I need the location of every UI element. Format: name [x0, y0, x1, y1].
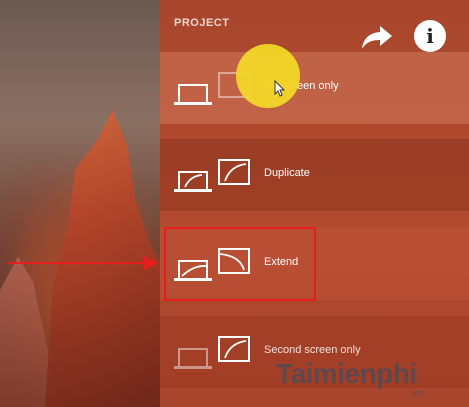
second-screen-only-icon	[174, 330, 260, 376]
extend-highlight-box	[164, 227, 316, 301]
watermark-text: Taimienphi	[276, 358, 417, 389]
cursor-highlight	[236, 44, 300, 108]
share-icon[interactable]	[360, 22, 394, 52]
watermark-suffix: .vn	[410, 388, 423, 398]
mouse-cursor-icon	[274, 80, 286, 97]
option-label: Second screen only	[264, 344, 361, 356]
option-duplicate[interactable]: Duplicate	[160, 139, 469, 211]
duplicate-icon	[174, 153, 260, 199]
pointer-arrow-line	[8, 262, 148, 264]
option-label: Duplicate	[264, 167, 310, 179]
panel-title: PROJECT	[174, 17, 230, 29]
project-panel: PROJECT PC screen only Duplicate Extend …	[160, 0, 469, 407]
info-icon[interactable]: i	[414, 20, 446, 52]
option-pc-screen-only[interactable]: PC screen only	[160, 52, 469, 124]
pointer-arrow-icon	[144, 256, 158, 270]
